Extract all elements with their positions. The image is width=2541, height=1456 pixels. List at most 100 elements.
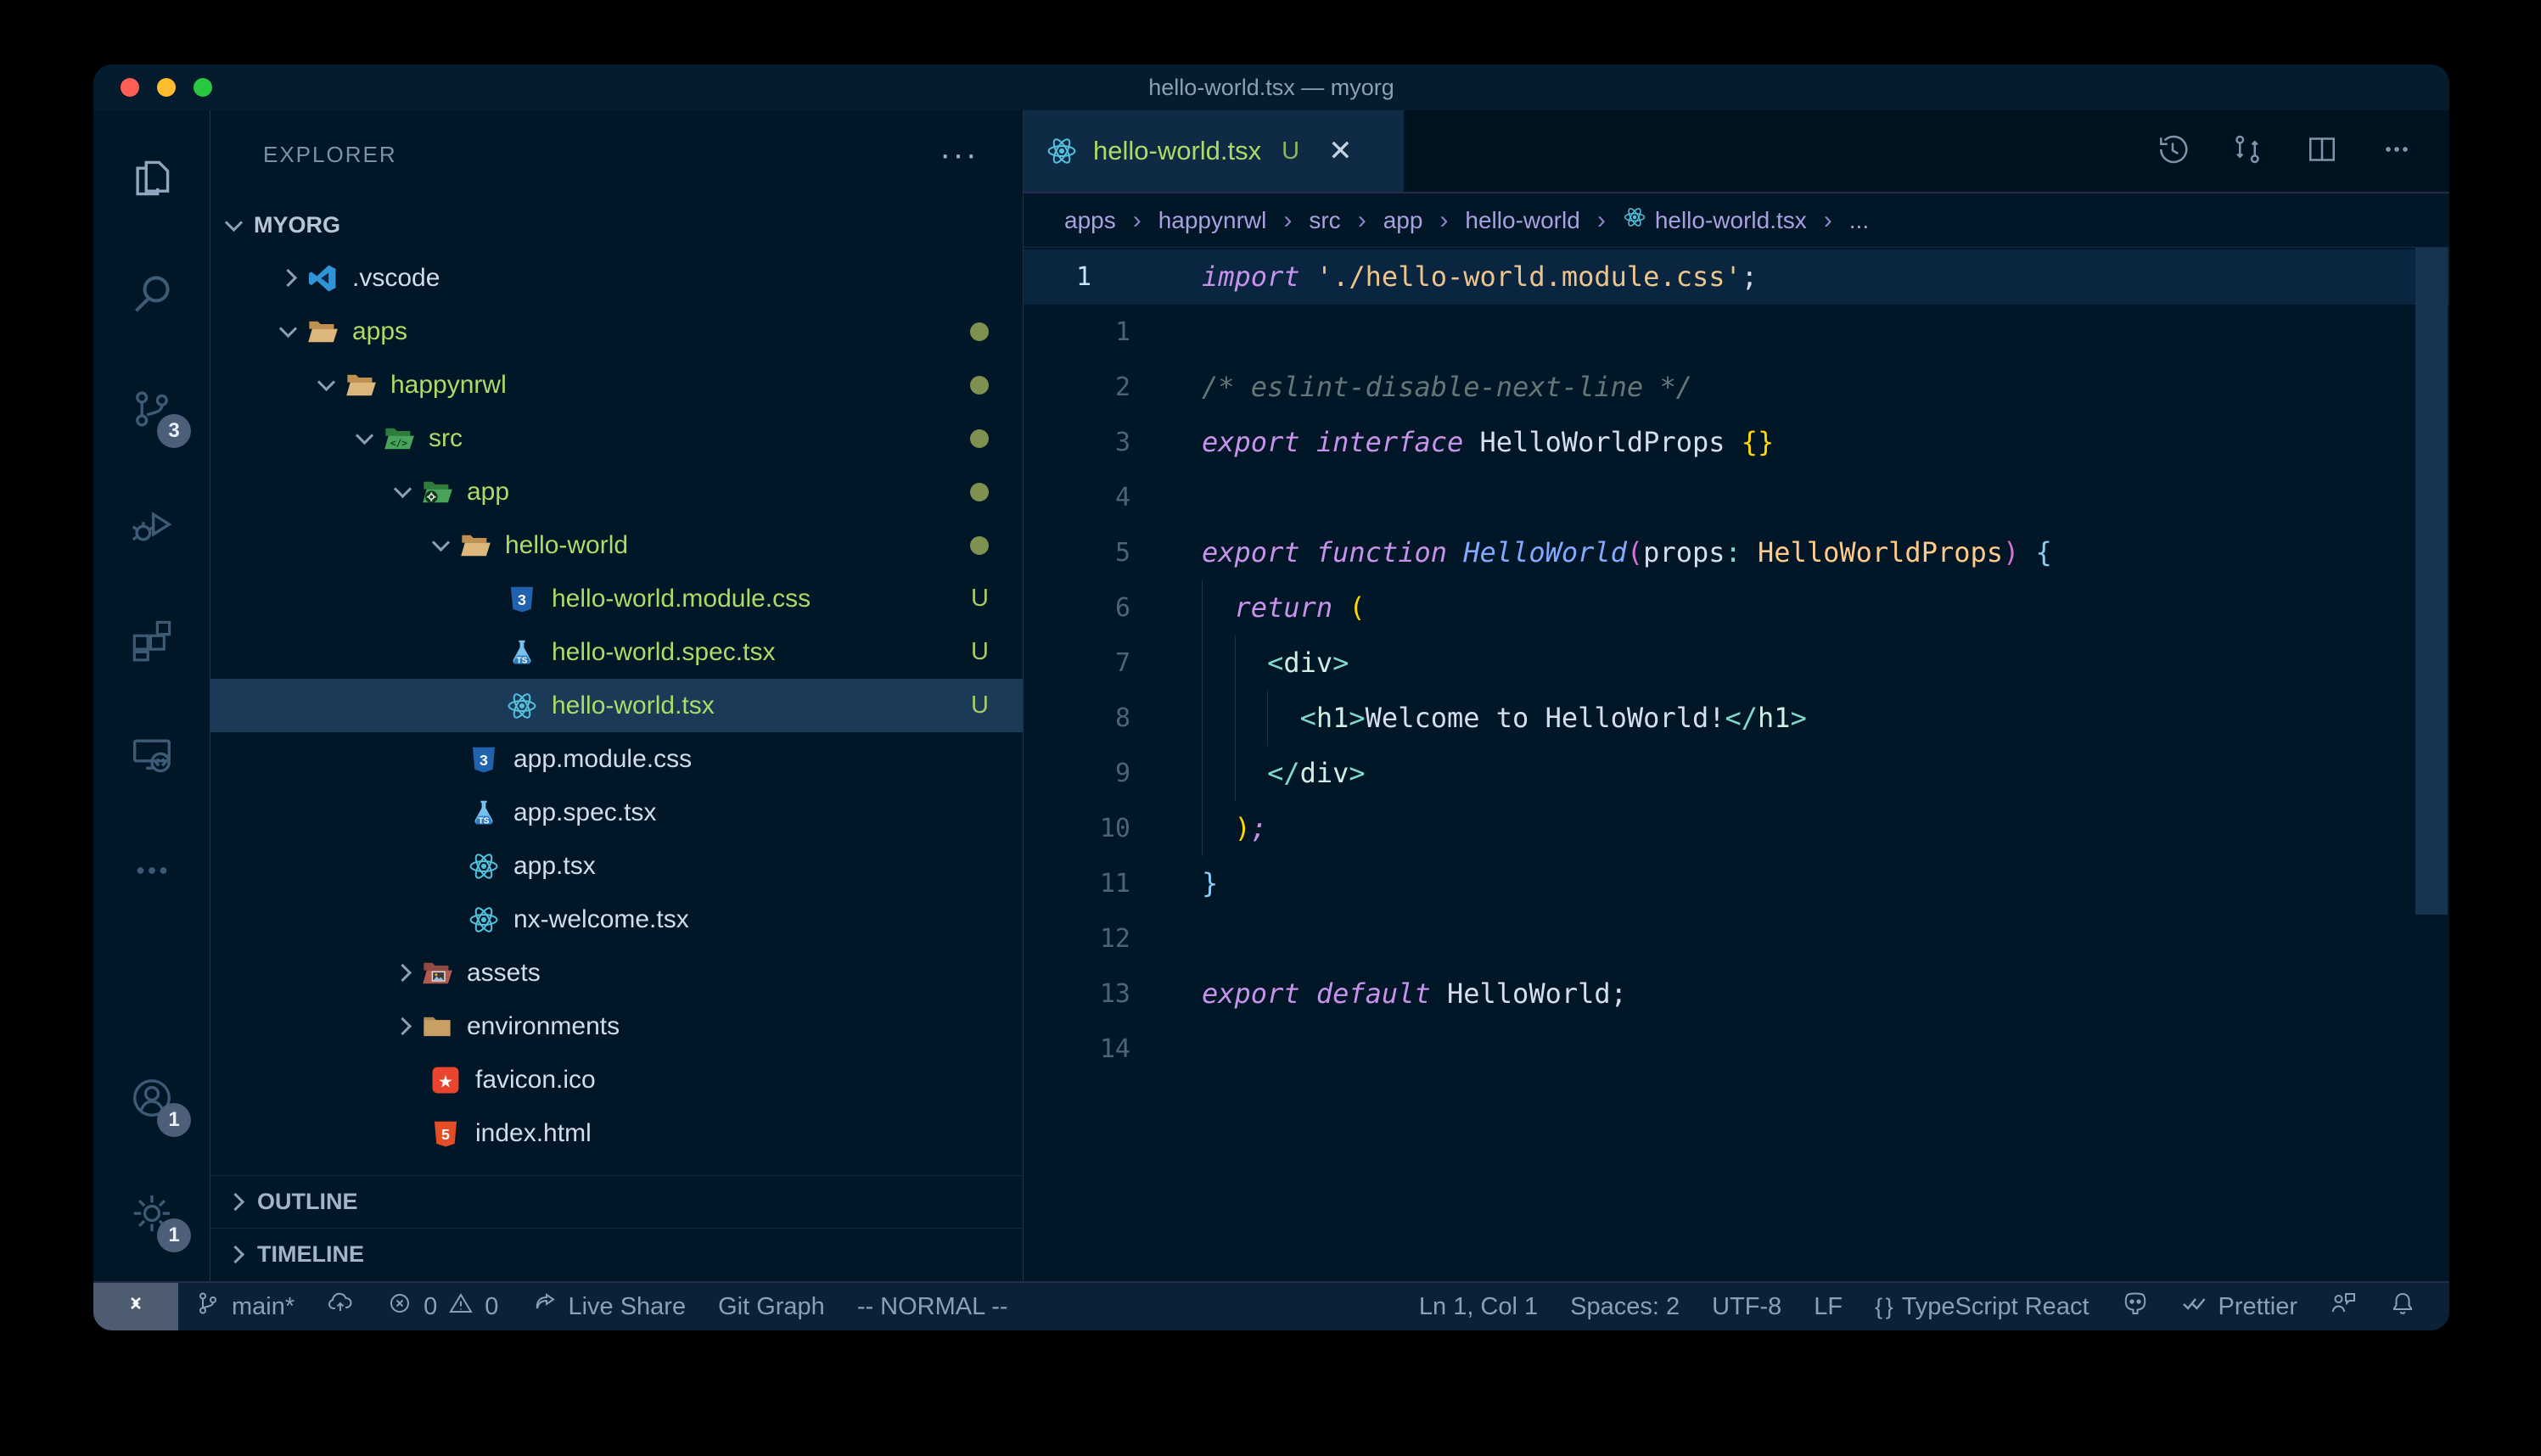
status-live-share[interactable]: Live Share — [514, 1283, 702, 1330]
status-feedback[interactable] — [2314, 1283, 2373, 1330]
status-language-mode[interactable]: { }TypeScript React — [1859, 1283, 2105, 1330]
activity-bar: 3 11 — [93, 110, 210, 1281]
explorer-more-button[interactable]: ··· — [940, 136, 979, 174]
remote-icon — [122, 1290, 149, 1324]
status-git-graph[interactable]: Git Graph — [702, 1283, 841, 1330]
tree-item-hello-world[interactable]: hello-world — [210, 518, 1023, 572]
panel-timeline[interactable]: TIMELINE — [210, 1228, 1023, 1280]
status-prettier[interactable]: Prettier — [2165, 1283, 2314, 1330]
activity-accounts[interactable]: 1 — [93, 1042, 210, 1157]
status-git-branch[interactable]: main* — [178, 1283, 311, 1330]
activity-more[interactable] — [93, 815, 210, 930]
activity-explorer[interactable] — [93, 122, 210, 238]
breadcrumb-hello-world.tsx[interactable]: hello-world.tsx — [1623, 205, 1807, 235]
tab-hello-world-tsx[interactable]: hello-world.tsx U ✕ — [1024, 110, 1404, 192]
tree-item-label: src — [429, 424, 463, 453]
line-number: 11 — [1024, 856, 1130, 911]
panel-outline[interactable]: OUTLINE — [210, 1175, 1023, 1228]
git-branch-icon — [194, 1290, 222, 1324]
line-number: 12 — [1024, 911, 1130, 966]
sidebar-panels: OUTLINE TIMELINE — [210, 1175, 1023, 1280]
activity-search[interactable] — [93, 238, 210, 353]
activity-extensions[interactable] — [93, 584, 210, 699]
chevron-down-icon — [355, 427, 373, 445]
tree-item-label: app.module.css — [513, 745, 692, 774]
status-eol[interactable]: LF — [1798, 1283, 1859, 1330]
git-modified-dot — [970, 483, 989, 501]
breadcrumb-happynrwl[interactable]: happynrwl — [1158, 207, 1267, 234]
folder-assets-icon — [421, 957, 453, 989]
status-remote-indicator[interactable] — [93, 1283, 178, 1330]
tree-item-apps[interactable]: apps — [210, 305, 1023, 358]
activity-settings[interactable]: 1 — [93, 1157, 210, 1273]
tree-item-label: apps — [352, 317, 407, 346]
code-line-content: <h1>Welcome to HelloWorld!</h1> — [1130, 691, 2449, 746]
editor-scrollbar[interactable] — [2415, 248, 2448, 915]
editor-action-split-editor[interactable] — [2305, 132, 2339, 171]
breadcrumb-apps[interactable]: apps — [1064, 207, 1116, 234]
tree-item-happynrwl[interactable]: happynrwl — [210, 358, 1023, 412]
breadcrumb-hello-world[interactable]: hello-world — [1465, 207, 1579, 234]
tree-item-assets[interactable]: assets — [210, 946, 1023, 1000]
git-untracked-badge: U — [971, 692, 989, 720]
tree-item-hello-world.spec.tsx[interactable]: TShello-world.spec.tsxU — [210, 625, 1023, 679]
panel-label: OUTLINE — [257, 1189, 358, 1215]
line-number: 3 — [1024, 415, 1130, 470]
code-line-4: 3export interface HelloWorldProps {} — [1024, 415, 2449, 470]
breadcrumb-...[interactable]: ... — [1849, 207, 1869, 234]
status-vim-mode[interactable]: -- NORMAL -- — [841, 1283, 1024, 1330]
react-icon — [468, 850, 500, 882]
tree-item-.vscode[interactable]: .vscode — [210, 251, 1023, 305]
minimize-window-button[interactable] — [157, 78, 176, 97]
html-icon: 5 — [429, 1117, 462, 1150]
status-bar: main* 00Live ShareGit Graph-- NORMAL -- L… — [93, 1281, 2449, 1330]
tree-item-app.tsx[interactable]: app.tsx — [210, 839, 1023, 893]
status-encoding[interactable]: UTF-8 — [1696, 1283, 1798, 1330]
chevron-down-icon — [431, 534, 449, 552]
status-label: Ln 1, Col 1 — [1419, 1293, 1538, 1321]
status-label: main* — [232, 1293, 294, 1321]
tree-item-favicon.ico[interactable]: ★ favicon.ico — [210, 1053, 1023, 1106]
editor-action-compare-changes[interactable] — [2230, 132, 2264, 171]
status-label: 0 — [424, 1293, 437, 1321]
tree-item-app.spec.tsx[interactable]: TSapp.spec.tsx — [210, 786, 1023, 839]
code-line-content: return ( — [1130, 580, 2449, 636]
tree-item-app[interactable]: app — [210, 465, 1023, 518]
svg-text:3: 3 — [518, 591, 526, 608]
status-cursor-position[interactable]: Ln 1, Col 1 — [1403, 1283, 1554, 1330]
code-line-content: <div> — [1130, 636, 2449, 691]
status-sync-changes[interactable] — [311, 1283, 370, 1330]
editor-action-more-actions[interactable] — [2380, 132, 2414, 171]
line-number: 10 — [1024, 801, 1130, 856]
tab-close-button[interactable]: ✕ — [1328, 134, 1353, 168]
code-line-content: export default HelloWorld; — [1130, 966, 2449, 1022]
activity-source-control[interactable]: 3 — [93, 353, 210, 468]
code-line-content: </div> — [1130, 746, 2449, 801]
tree-item-label: favicon.ico — [475, 1066, 596, 1095]
tree-item-app.module.css[interactable]: 3 app.module.css — [210, 732, 1023, 786]
tree-item-src[interactable]: </>src — [210, 412, 1023, 465]
status-notifications[interactable] — [2373, 1283, 2432, 1330]
tree-item-hello-world.tsx[interactable]: hello-world.tsxU — [210, 679, 1023, 732]
svg-text:★: ★ — [438, 1072, 453, 1091]
tree-item-nx-welcome.tsx[interactable]: nx-welcome.tsx — [210, 893, 1023, 946]
status-indentation[interactable]: Spaces: 2 — [1554, 1283, 1696, 1330]
tree-item-index.html[interactable]: 5index.html — [210, 1106, 1023, 1160]
breadcrumb-app[interactable]: app — [1383, 207, 1423, 234]
tree-item-hello-world.module.css[interactable]: 3hello-world.module.cssU — [210, 572, 1023, 625]
bell-icon — [2389, 1290, 2416, 1324]
status-octoface[interactable] — [2106, 1283, 2165, 1330]
status-problems[interactable]: 00 — [370, 1283, 514, 1330]
zoom-window-button[interactable] — [194, 78, 212, 97]
editor-action-history[interactable] — [2156, 132, 2190, 171]
section-header-myorg[interactable]: MYORG — [210, 199, 1023, 251]
activity-remote-explorer[interactable] — [93, 699, 210, 815]
tree-item-environments[interactable]: environments — [210, 1000, 1023, 1053]
code-editor[interactable]: 1import './hello-world.module.css';12/* … — [1024, 248, 2449, 1281]
activity-run-debug[interactable] — [93, 468, 210, 584]
explorer-title: EXPLORER — [263, 142, 397, 168]
breadcrumb-src[interactable]: src — [1309, 207, 1340, 234]
code-line-1: 1import './hello-world.module.css'; — [1024, 249, 2449, 305]
css-icon: 3 — [468, 743, 500, 776]
close-window-button[interactable] — [121, 78, 139, 97]
